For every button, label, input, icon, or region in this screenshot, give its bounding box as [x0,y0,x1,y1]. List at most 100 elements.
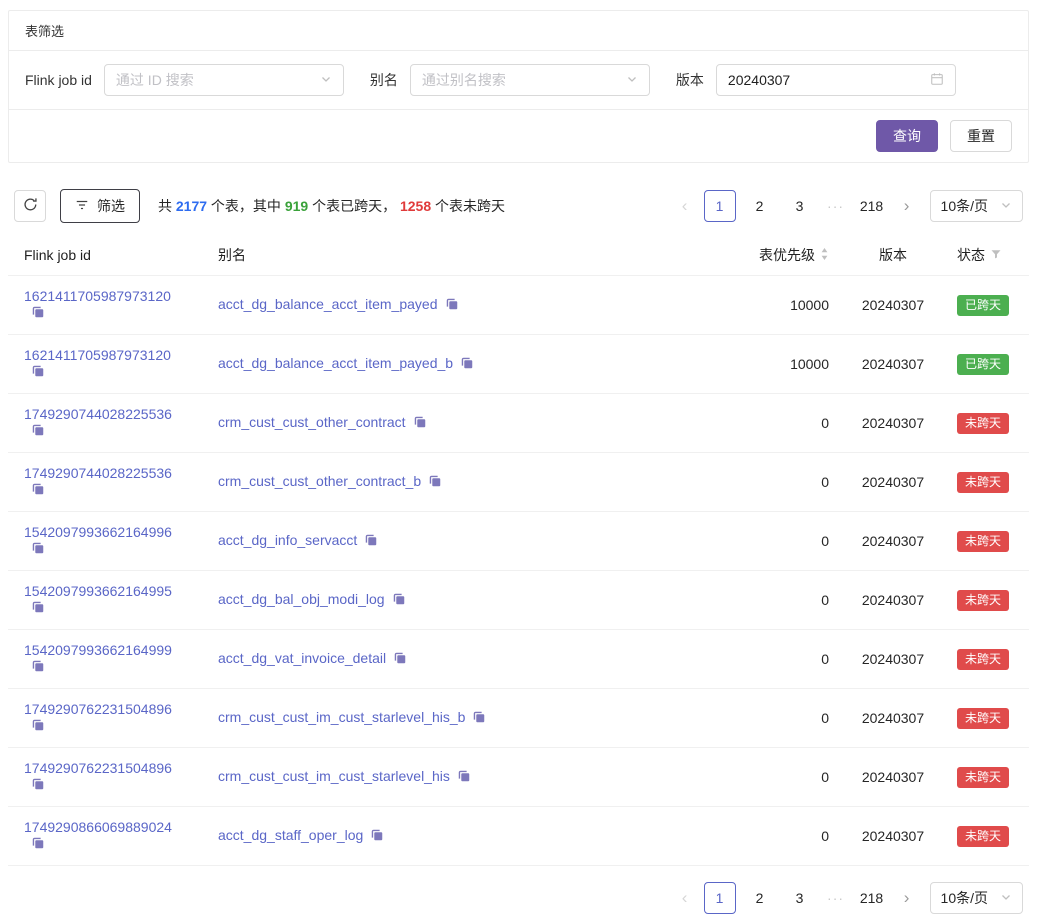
job-id-link[interactable]: 1749290866069889024 [24,819,172,835]
page-size-select[interactable]: 10条/页 [930,190,1023,222]
status-badge: 未跨天 [957,472,1009,493]
job-id-link[interactable]: 1621411705987973120 [24,347,171,363]
funnel-filter-icon[interactable] [990,247,1002,263]
priority-value: 0 [701,512,845,571]
search-button[interactable]: 查询 [876,120,938,152]
priority-value: 0 [701,630,845,689]
copy-icon[interactable] [392,592,406,609]
alias-link[interactable]: acct_dg_balance_acct_item_payed [218,296,438,312]
copy-icon[interactable] [31,305,45,322]
version-value: 20240307 [845,394,941,453]
alias-link[interactable]: acct_dg_staff_oper_log [218,827,363,843]
page-button-218[interactable]: 218 [856,882,888,914]
job-id-link[interactable]: 1749290762231504896 [24,701,172,717]
copy-icon[interactable] [31,836,45,853]
table-row: 1749290762231504896 crm_cust_cust_im_cus… [8,689,1029,748]
alias-link[interactable]: crm_cust_cust_other_contract_b [218,473,421,489]
copy-icon[interactable] [31,777,45,794]
alias-link[interactable]: crm_cust_cust_other_contract [218,414,406,430]
alias-link[interactable]: acct_dg_vat_invoice_detail [218,650,386,666]
chevron-down-icon [1000,198,1012,214]
priority-value: 0 [701,453,845,512]
job-id-link[interactable]: 1542097993662164996 [24,524,172,540]
page-size-select[interactable]: 10条/页 [930,882,1023,914]
column-header-priority[interactable]: 表优先级 [701,235,845,276]
priority-value: 0 [701,689,845,748]
page-size-value: 10条/页 [941,888,988,908]
copy-icon[interactable] [31,659,45,676]
status-badge: 未跨天 [957,826,1009,847]
reset-button[interactable]: 重置 [950,120,1012,152]
copy-icon[interactable] [428,474,442,491]
copy-icon[interactable] [31,423,45,440]
alias-link[interactable]: acct_dg_info_servacct [218,532,357,548]
column-header-version: 版本 [845,235,941,276]
copy-icon[interactable] [457,769,471,786]
version-value: 20240307 [845,335,941,394]
copy-icon[interactable] [31,482,45,499]
page-button-218[interactable]: 218 [856,190,888,222]
table-row: 1749290744028225536 crm_cust_cust_other_… [8,394,1029,453]
filter-fields-row: Flink job id 通过 ID 搜索 别名 通过别名搜索 [9,51,1028,109]
page-button-2[interactable]: 2 [744,882,776,914]
version-value: 20240307 [728,72,790,88]
alias-link[interactable]: crm_cust_cust_im_cust_starlevel_his [218,768,450,784]
table-row: 1621411705987973120 acct_dg_balance_acct… [8,276,1029,335]
copy-icon[interactable] [31,600,45,617]
prev-page-button[interactable]: ‹ [674,191,696,221]
job-id-link[interactable]: 1621411705987973120 [24,288,171,304]
page-button-3[interactable]: 3 [784,882,816,914]
copy-icon[interactable] [472,710,486,727]
version-date-picker[interactable]: 20240307 [716,64,956,96]
alias-label: 别名 [370,70,398,90]
version-value: 20240307 [845,453,941,512]
page-button-3[interactable]: 3 [784,190,816,222]
table-row: 1749290744028225536 crm_cust_cust_other_… [8,453,1029,512]
results-table: Flink job id 别名 表优先级 版本 状态 [8,235,1029,866]
page-ellipsis: ··· [824,890,848,906]
page-button-2[interactable]: 2 [744,190,776,222]
status-badge: 未跨天 [957,413,1009,434]
table-row: 1542097993662164999 acct_dg_vat_invoice_… [8,630,1029,689]
job-id-link[interactable]: 1749290762231504896 [24,760,172,776]
pagination-bottom: ‹ 123 ··· 218 › 10条/页 [674,882,1023,914]
page-button-1[interactable]: 1 [704,882,736,914]
flink-job-id-placeholder: 通过 ID 搜索 [116,70,194,90]
flink-job-id-select[interactable]: 通过 ID 搜索 [104,64,344,96]
chevron-down-icon [320,72,332,88]
table-row: 1542097993662164995 acct_dg_bal_obj_modi… [8,571,1029,630]
copy-icon[interactable] [460,356,474,373]
toolbar: 筛选 共 2177 个表，其中 919 个表已跨天， 1258 个表未跨天 ‹ … [8,189,1029,223]
job-id-link[interactable]: 1542097993662164999 [24,642,172,658]
crossed-count: 919 [285,198,308,214]
page-button-1[interactable]: 1 [704,190,736,222]
copy-icon[interactable] [31,364,45,381]
version-value: 20240307 [845,807,941,866]
copy-icon[interactable] [445,297,459,314]
copy-icon[interactable] [31,718,45,735]
version-value: 20240307 [845,689,941,748]
alias-link[interactable]: acct_dg_bal_obj_modi_log [218,591,385,607]
prev-page-button[interactable]: ‹ [674,883,696,913]
copy-icon[interactable] [31,541,45,558]
copy-icon[interactable] [364,533,378,550]
filter-button[interactable]: 筛选 [60,189,140,223]
copy-icon[interactable] [413,415,427,432]
status-badge: 已跨天 [957,354,1009,375]
job-id-link[interactable]: 1749290744028225536 [24,465,172,481]
alias-link[interactable]: crm_cust_cust_im_cust_starlevel_his_b [218,709,465,725]
copy-icon[interactable] [393,651,407,668]
next-page-button[interactable]: › [896,883,918,913]
job-id-link[interactable]: 1749290744028225536 [24,406,172,422]
column-header-status[interactable]: 状态 [941,235,1029,276]
job-id-link[interactable]: 1542097993662164995 [24,583,172,599]
next-page-button[interactable]: › [896,191,918,221]
refresh-button[interactable] [14,190,46,222]
copy-icon[interactable] [370,828,384,845]
flink-job-id-field: Flink job id 通过 ID 搜索 [25,64,344,96]
uncrossed-count: 1258 [400,198,431,214]
sorter-icon[interactable] [820,247,829,264]
alias-link[interactable]: acct_dg_balance_acct_item_payed_b [218,355,453,371]
alias-select[interactable]: 通过别名搜索 [410,64,650,96]
version-label: 版本 [676,70,704,90]
